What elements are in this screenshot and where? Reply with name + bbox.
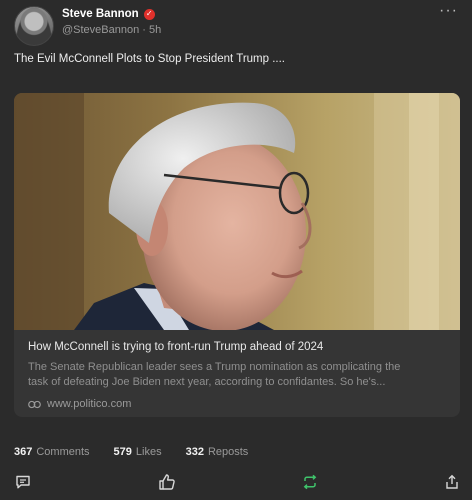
post-text: The Evil McConnell Plots to Stop Preside… <box>14 53 286 65</box>
reposts-stat[interactable]: 332 Reposts <box>186 446 249 458</box>
verified-badge-icon: ✓ <box>143 8 155 20</box>
comments-stat[interactable]: 367 Comments <box>14 446 90 458</box>
author-handle[interactable]: @SteveBannon <box>62 24 139 36</box>
article-domain: www.politico.com <box>28 398 131 410</box>
post-header: Steve Bannon ✓ @SteveBannon · 5h ··· <box>14 3 458 46</box>
article-domain-text: www.politico.com <box>47 398 132 410</box>
article-description: The Senate Republican leader sees a Trum… <box>28 360 448 390</box>
repost-icon <box>303 474 317 490</box>
link-preview-card[interactable]: How McConnell is trying to front-run Tru… <box>14 93 460 417</box>
article-description-line: task of defeating Joe Biden next year, a… <box>28 376 386 388</box>
likes-label: Likes <box>135 446 162 458</box>
comments-label: Comments <box>36 446 90 458</box>
likes-count: 579 <box>113 446 132 458</box>
avatar[interactable] <box>14 6 54 46</box>
author-name[interactable]: Steve Bannon <box>62 8 139 20</box>
comment-icon <box>16 475 30 489</box>
article-photo <box>14 93 460 330</box>
article-title[interactable]: How McConnell is trying to front-run Tru… <box>28 341 323 353</box>
share-button[interactable] <box>443 473 461 491</box>
article-description-line: The Senate Republican leader sees a Trum… <box>28 361 401 373</box>
comment-button[interactable] <box>14 473 32 491</box>
likes-stat[interactable]: 579 Likes <box>114 446 162 458</box>
share-icon <box>446 474 458 489</box>
post-time: 5h <box>149 24 162 36</box>
post-stats: 367 Comments 579 Likes 332 Reposts <box>14 446 248 458</box>
comments-count: 367 <box>14 446 33 458</box>
author-handle-row: @SteveBannon · 5h <box>62 24 161 36</box>
repost-button[interactable] <box>301 473 319 491</box>
like-button[interactable] <box>158 473 176 491</box>
reposts-label: Reposts <box>207 446 249 458</box>
link-card-body: How McConnell is trying to front-run Tru… <box>14 330 460 417</box>
more-options-icon[interactable]: ··· <box>439 3 458 19</box>
thumbs-up-icon <box>159 474 175 490</box>
author-name-row: Steve Bannon ✓ <box>62 8 155 20</box>
reposts-count: 332 <box>185 446 204 458</box>
link-icon <box>28 400 41 408</box>
action-bar <box>0 468 472 500</box>
